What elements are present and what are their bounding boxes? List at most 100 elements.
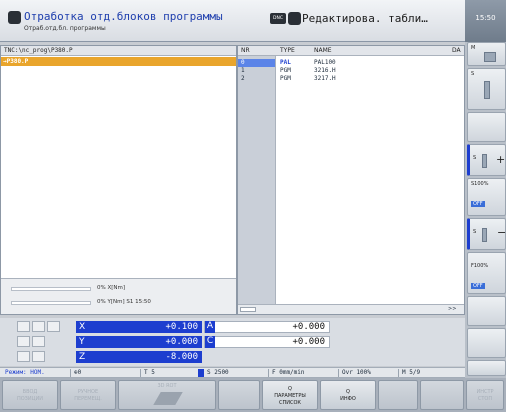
load-y-value: 0% Y[Nm] S1 15:50 [97,299,151,305]
spindle-minus-softkey[interactable]: S − [467,218,506,250]
program-run-icon [8,11,21,24]
axis-y-value: +0.000 [165,337,198,347]
display-toggle-6[interactable] [17,351,30,362]
display-toggle-7[interactable] [32,351,45,362]
status-feed: F 0mm/min [268,369,305,377]
programming-mode-title[interactable]: Редактирова. табли… [302,12,428,25]
m-label: M [471,45,476,51]
softkey-label: РУЧНОЕ ПЕРЕМЕЩ. [74,389,102,402]
status-tool: T 5 [140,369,155,377]
horizontal-softkey-bar: ВВОД ПОЗИЦИИ РУЧНОЕ ПЕРЕМЕЩ. 3D ROT Q ПА… [0,378,506,412]
display-toggle-5[interactable] [32,336,45,347]
load-x-value: 0% X[Nm] [97,285,126,291]
feed-override-label: F100% [471,263,489,269]
softkey-3d-rot[interactable]: 3D ROT [118,380,216,410]
row-nr: 0 [238,59,275,67]
axis-c-value: +0.000 [292,337,325,347]
axis-a: A +0.000 [204,321,330,333]
spindle-plus-softkey[interactable]: S + [467,144,506,176]
column-header-type: TYPE [280,47,295,54]
axis-y: Y +0.000 [76,336,202,348]
table-row[interactable]: 2 PGM 3217.H [238,75,464,83]
status-preset: ⊕0 [70,369,81,377]
status-override: Ovr 100% [338,369,371,377]
softkey-empty[interactable] [218,380,260,410]
softkey-label: ИНСТР СТОП [476,389,494,402]
s-label: S [471,71,475,77]
softkey-manual-mode[interactable]: РУЧНОЕ ПЕРЕМЕЩ. [60,380,116,410]
display-toggle-2[interactable] [32,321,45,332]
axis-y-letter: Y [79,337,85,347]
nr-column [238,56,276,304]
axis-x: X +0.100 [76,321,202,333]
table-row[interactable]: 0 PAL PAL100 [238,59,464,67]
operating-mode-title: Отработка отд.блоков программы [24,10,223,23]
axis-z-value: -8.000 [165,352,198,362]
axis-c-letter: C [205,336,215,348]
tree-selected-item[interactable]: →P380.P [1,57,236,66]
plus-icon: + [496,153,506,166]
spindle-off-badge: OFF [471,201,485,207]
program-tree-panel: TNC:\nc_prog\P380.P →P380.P 0% X[Nm] 0% … [0,45,237,315]
softkey-empty[interactable] [378,380,418,410]
softkey-q-info[interactable]: Q ИНФО [320,380,376,410]
scroll-right-button[interactable]: >> [448,306,456,312]
empty-softkey[interactable] [467,296,506,326]
load-bar-x [11,287,91,291]
position-display: X +0.100 Y +0.000 Z -8.000 A +0.000 C +0… [0,318,465,366]
column-header-name: NAME [314,47,332,54]
empty-softkey[interactable] [467,328,506,358]
spindle-override-label: S100% [471,181,489,187]
spindle-override-softkey[interactable]: S100% OFF [467,178,506,216]
row-type: PAL [280,59,291,66]
tilted-plane-icon [153,392,183,405]
softkey-label: Q ИНФО [340,389,356,402]
column-header-nr: NR [241,47,250,54]
softkey-positioning-mdi[interactable]: ВВОД ПОЗИЦИИ [2,380,58,410]
column-header-da: DA [452,47,461,54]
spindle-plus-label: S [473,155,477,161]
softkey-label: 3D ROT [157,383,177,389]
softkey-q-parameter-list[interactable]: Q ПАРАМЕТРЫ СПИСОК [262,380,318,410]
axis-x-letter: X [79,322,86,332]
axis-a-value: +0.000 [292,322,325,332]
row-type: PGM [280,67,291,74]
display-toggle-3[interactable] [47,321,60,332]
softkey-label: ВВОД ПОЗИЦИИ [16,389,43,402]
spindle-minus-label: S [473,229,477,235]
info-area: 0% X[Nm] 0% Y[Nm] S1 15:50 [1,278,236,314]
status-preset-value: 0 [77,369,82,376]
minus-icon: − [497,226,506,239]
table-header: NR TYPE NAME DA [238,46,464,56]
display-toggle-4[interactable] [17,336,30,347]
dnc-badge: DNC [270,13,286,24]
axis-a-letter: A [205,321,215,333]
display-toggle-1[interactable] [17,321,30,332]
header-bar: Отработка отд.блоков программы Отраб.отд… [0,0,465,42]
load-bar-y [11,301,91,305]
empty-softkey[interactable] [467,360,506,376]
empty-softkey[interactable] [467,112,506,142]
softkey-label: Q ПАРАМЕТРЫ СПИСОК [274,386,306,406]
status-m-function: M 5/9 [398,369,420,377]
edit-mode-icon [288,12,301,25]
axis-c: C +0.000 [204,336,330,348]
table-row[interactable]: 1 PGM 3216.H [238,67,464,75]
row-nr: 2 [241,75,245,82]
row-nr: 1 [241,67,245,74]
status-mode: Режим: НОМ. [5,369,45,376]
axis-z-letter: Z [79,352,86,362]
feed-override-softkey[interactable]: F100% OFF [467,252,506,294]
horizontal-scrollbar[interactable]: >> [238,304,464,314]
row-name: 3216.H [314,67,336,74]
spindle-softkey[interactable]: S [467,68,506,110]
softkey-empty[interactable] [420,380,464,410]
row-name: 3217.H [314,75,336,82]
program-path: TNC:\nc_prog\P380.P [1,46,236,56]
status-bar: Режим: НОМ. ⊕0 T 5 S 2500 F 0mm/min Ovr … [0,367,465,378]
m-function-softkey[interactable]: M [467,42,506,66]
row-type: PGM [280,75,291,82]
axis-z: Z -8.000 [76,351,202,363]
scroll-thumb[interactable] [240,307,256,312]
softkey-tool-stop[interactable]: ИНСТР СТОП [466,380,504,410]
